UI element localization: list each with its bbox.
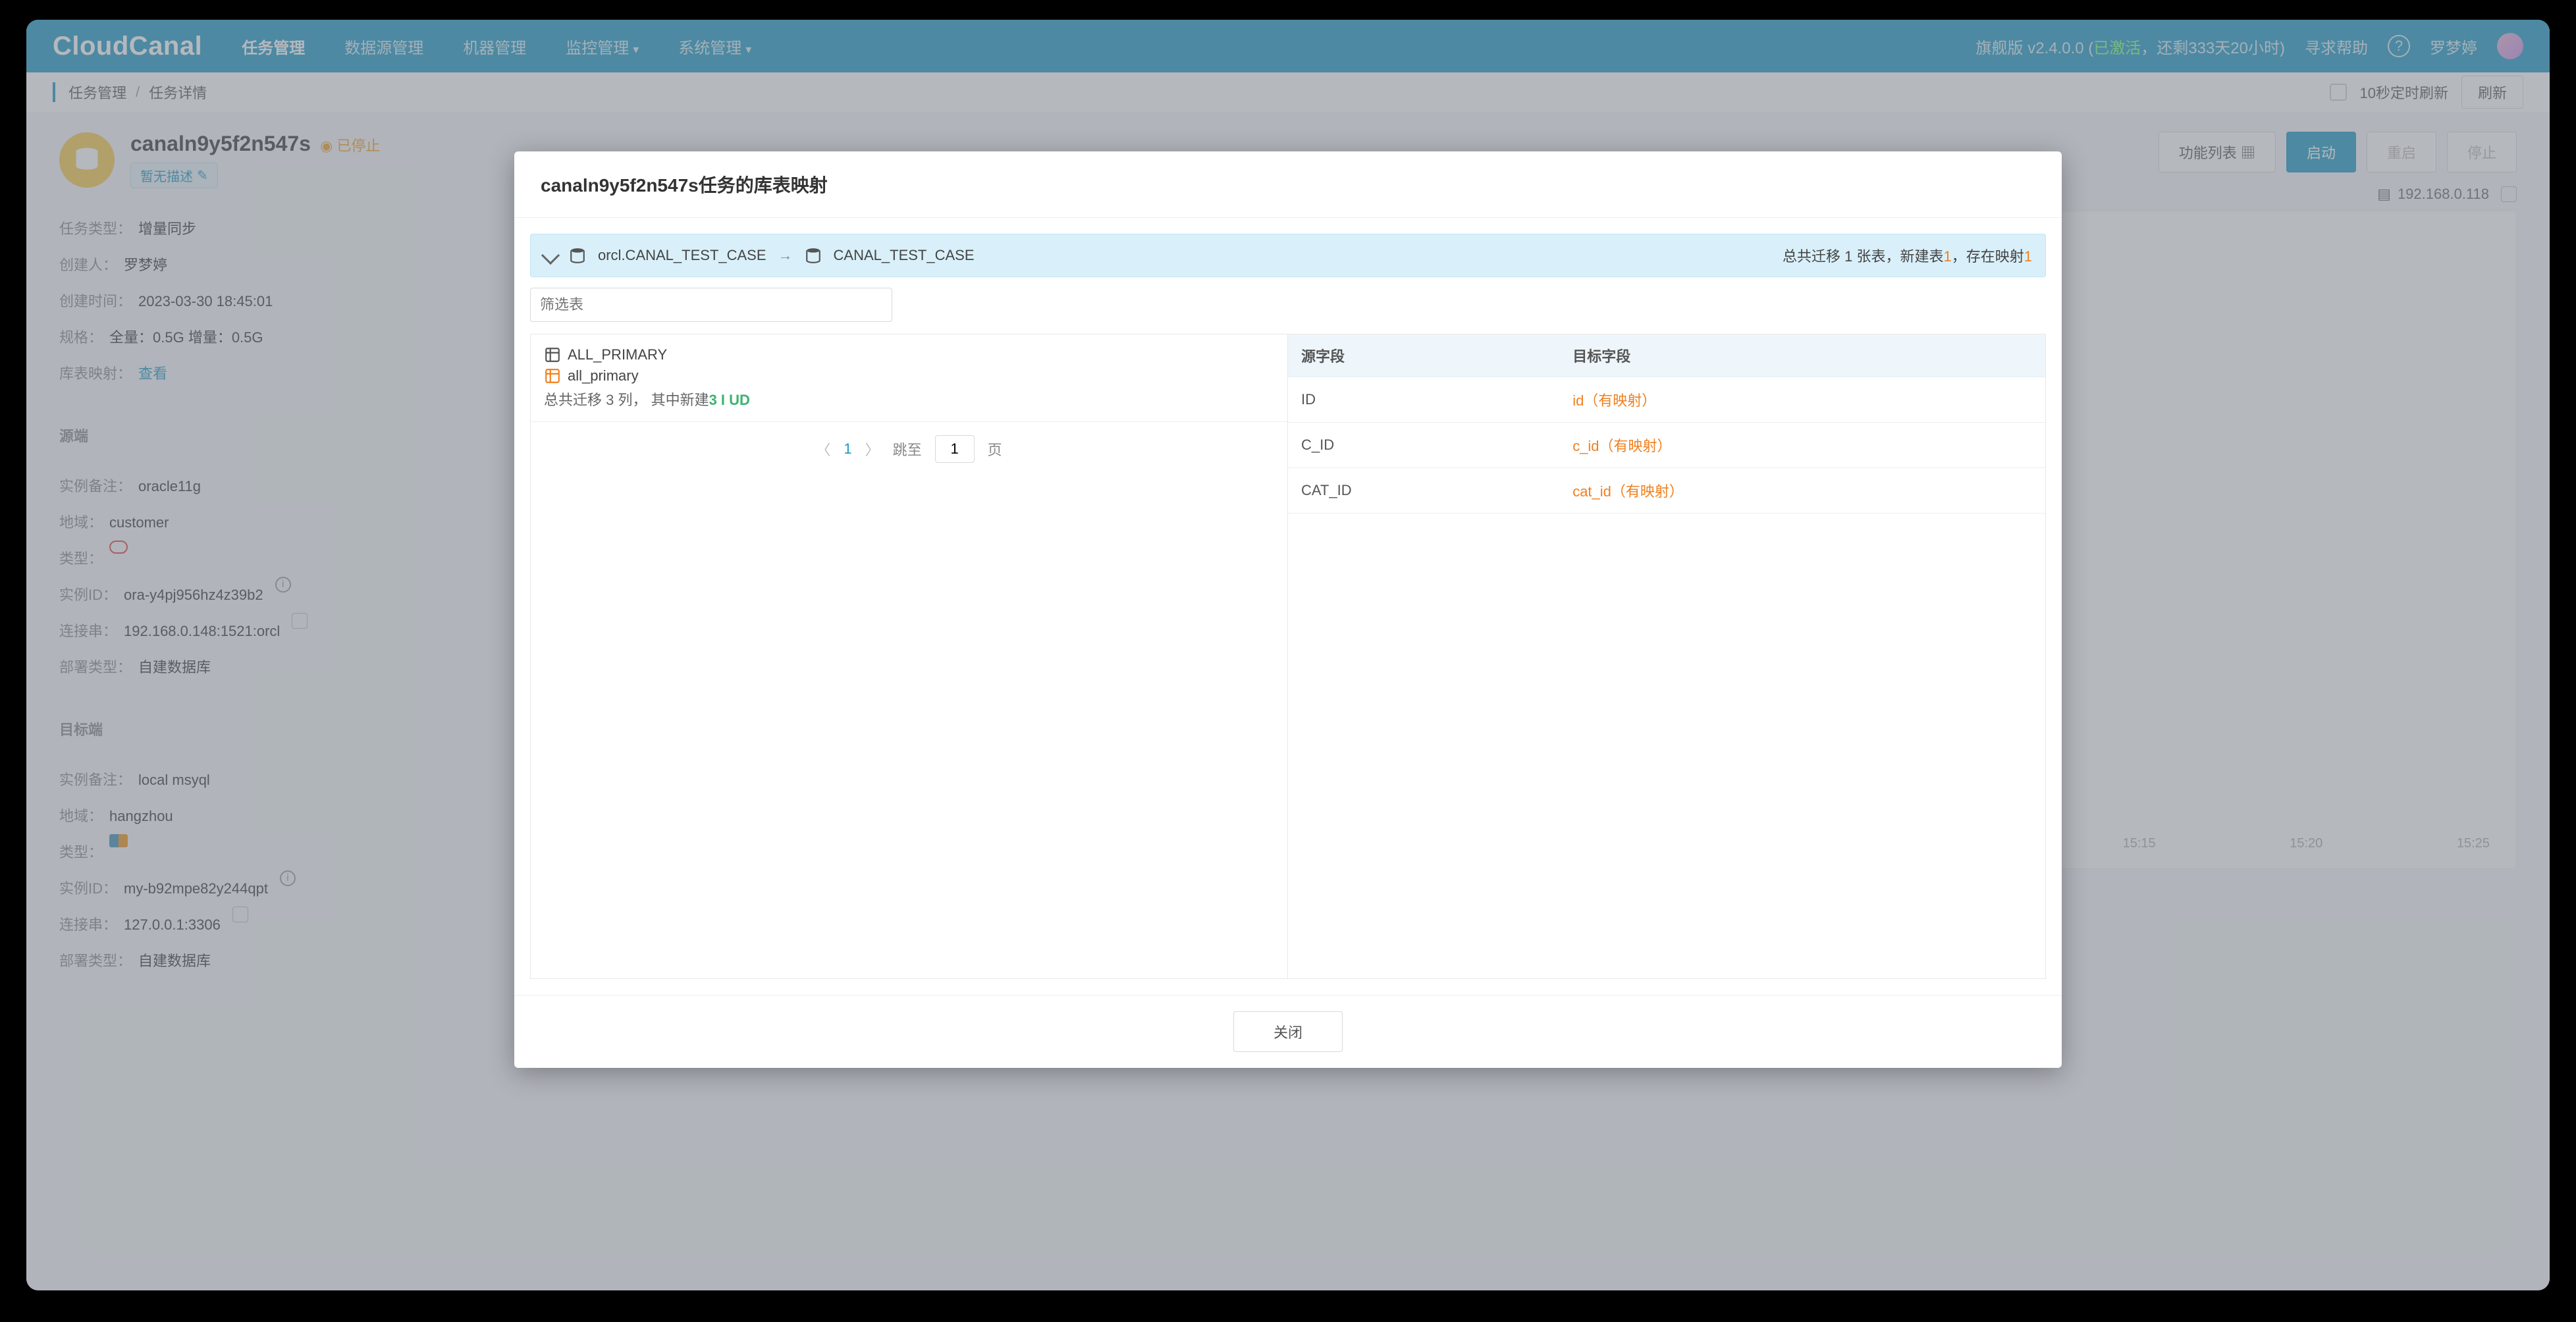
page-unit: 页 [988,438,1002,460]
database-icon [569,247,586,264]
chevron-down-icon[interactable] [541,246,560,265]
jump-label: 跳至 [893,438,922,460]
next-page-button[interactable]: 〉 [865,438,880,460]
target-field: id（有映射） [1559,377,2045,423]
target-db-name: CANAL_TEST_CASE [834,247,975,264]
filter-table-input[interactable] [530,288,892,322]
target-field: cat_id（有映射） [1559,468,2045,514]
page-jump-input[interactable] [935,435,975,463]
table-row[interactable]: ALL_PRIMARY all_primary 总共迁移 3 列， 其中新建3 … [531,334,1287,422]
column-summary: 总共迁移 3 列， 其中新建3 I UD [544,388,1274,410]
prev-page-button[interactable]: 〈 [816,438,830,460]
source-db-name: orcl.CANAL_TEST_CASE [598,247,766,264]
table-row: C_IDc_id（有映射） [1288,423,2045,468]
mapping-summary-banner[interactable]: orcl.CANAL_TEST_CASE → CANAL_TEST_CASE 总… [530,234,2046,277]
table-row: CAT_IDcat_id（有映射） [1288,468,2045,514]
table-mapping-modal: canaln9y5f2n547s任务的库表映射 orcl.CANAL_TEST_… [514,151,2062,1068]
pagination: 〈 1 〉 跳至 页 [531,422,1287,476]
source-field: CAT_ID [1288,468,1559,514]
target-table-name: all_primary [568,367,639,384]
table-icon [544,367,561,384]
source-field: C_ID [1288,423,1559,468]
source-field: ID [1288,377,1559,423]
field-mapping-panel: 源字段 目标字段 IDid（有映射） C_IDc_id（有映射） CAT_IDc… [1287,334,2046,979]
close-button[interactable]: 关闭 [1233,1011,1343,1052]
modal-overlay[interactable]: canaln9y5f2n547s任务的库表映射 orcl.CANAL_TEST_… [26,20,2550,1290]
arrow-right-icon: → [778,247,793,264]
modal-title: canaln9y5f2n547s任务的库表映射 [514,151,2062,218]
table-icon [544,346,561,363]
field-mapping-table: 源字段 目标字段 IDid（有映射） C_IDc_id（有映射） CAT_IDc… [1288,334,2045,514]
source-table-name: ALL_PRIMARY [568,346,667,363]
database-icon [805,247,822,264]
col-header-source: 源字段 [1288,334,1559,377]
target-field: c_id（有映射） [1559,423,2045,468]
table-row: IDid（有映射） [1288,377,2045,423]
page-number[interactable]: 1 [844,440,851,458]
banner-summary: 总共迁移 1 张表，新建表1，存在映射1 [1783,245,2032,266]
col-header-target: 目标字段 [1559,334,2045,377]
table-list-panel: ALL_PRIMARY all_primary 总共迁移 3 列， 其中新建3 … [530,334,1287,979]
